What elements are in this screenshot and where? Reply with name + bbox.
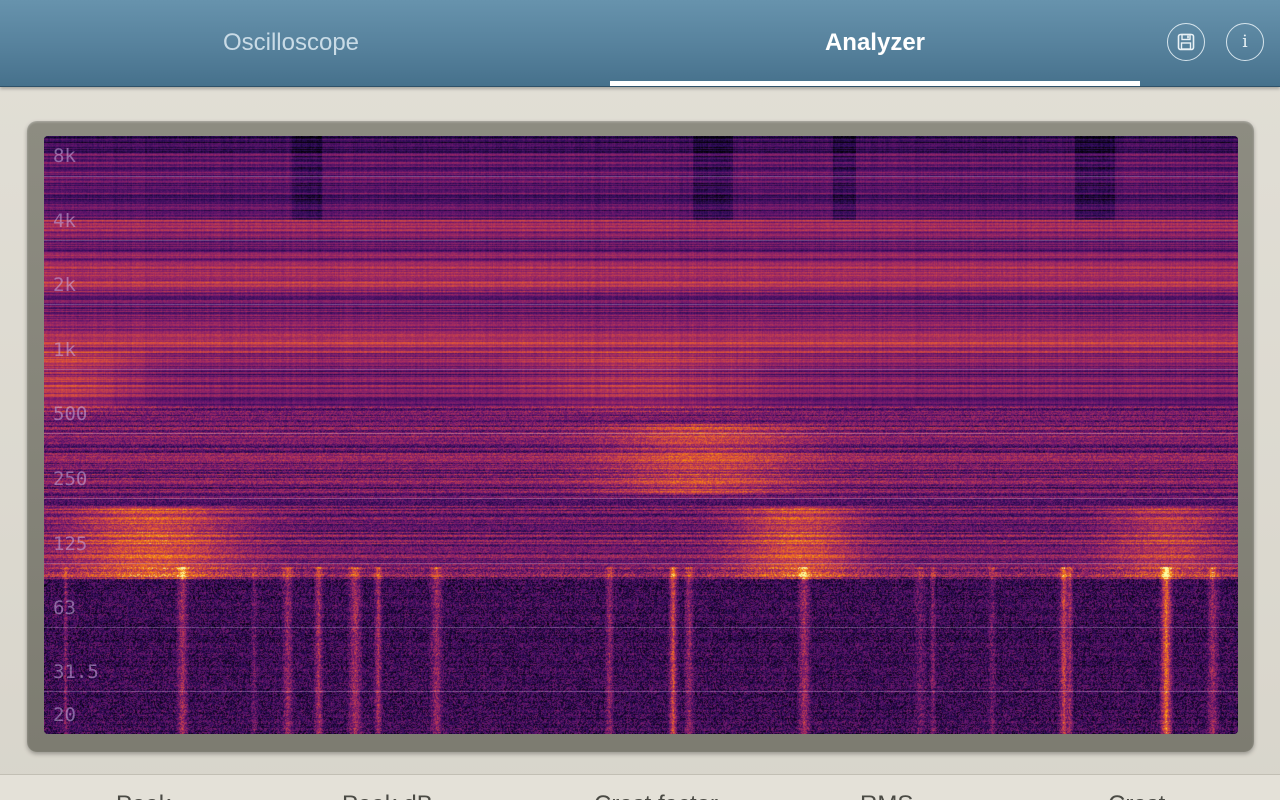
freq-label-31-5: 31.5 bbox=[53, 661, 99, 683]
active-tab-indicator bbox=[610, 81, 1140, 86]
stats-strip: Peak Peak dB Crest factor RMS Crest bbox=[0, 775, 1280, 800]
freq-label-125: 125 bbox=[53, 533, 88, 555]
gridline-250 bbox=[44, 498, 1238, 499]
freq-label-1k: 1k bbox=[53, 339, 76, 361]
gridline-2k bbox=[44, 304, 1238, 305]
freq-label-2k: 2k bbox=[53, 274, 76, 296]
tab-analyzer-label: Analyzer bbox=[824, 29, 926, 56]
save-button[interactable] bbox=[1167, 23, 1205, 61]
tab-analyzer[interactable]: Analyzer bbox=[610, 0, 1140, 86]
analyzer-app: Oscilloscope Analyzer i 8k 4k 2k 1k 500 … bbox=[0, 0, 1280, 800]
freq-label-8k: 8k bbox=[53, 145, 76, 167]
gridline-125 bbox=[44, 563, 1238, 564]
stat-label-rms: RMS bbox=[860, 791, 913, 800]
stat-label-peak-db: Peak dB bbox=[342, 791, 433, 800]
tab-oscilloscope-label: Oscilloscope bbox=[222, 29, 360, 56]
stat-label-crest: Crest bbox=[1108, 791, 1165, 800]
gridline-63 bbox=[44, 627, 1238, 628]
spectrogram-display[interactable]: 8k 4k 2k 1k 500 250 125 63 31.5 20 bbox=[44, 136, 1238, 734]
freq-label-500: 500 bbox=[53, 403, 88, 425]
gridline-4k bbox=[44, 240, 1238, 241]
freq-label-20: 20 bbox=[53, 704, 76, 726]
stat-label-peak: Peak bbox=[116, 791, 171, 800]
gridline-31-5 bbox=[44, 691, 1238, 692]
spectrogram-canvas bbox=[44, 136, 1238, 734]
freq-label-250: 250 bbox=[53, 468, 88, 490]
freq-label-63: 63 bbox=[53, 597, 76, 619]
gridline-8k bbox=[44, 176, 1238, 177]
freq-label-4k: 4k bbox=[53, 210, 76, 232]
info-icon: i bbox=[1242, 32, 1248, 52]
tab-oscilloscope[interactable]: Oscilloscope bbox=[0, 0, 582, 86]
info-button[interactable]: i bbox=[1226, 23, 1264, 61]
stat-label-crest-factor: Crest factor bbox=[594, 791, 718, 800]
gridline-500 bbox=[44, 433, 1238, 434]
top-tab-bar: Oscilloscope Analyzer i bbox=[0, 0, 1280, 87]
floppy-disk-icon bbox=[1177, 33, 1195, 51]
gridline-1k bbox=[44, 369, 1238, 370]
